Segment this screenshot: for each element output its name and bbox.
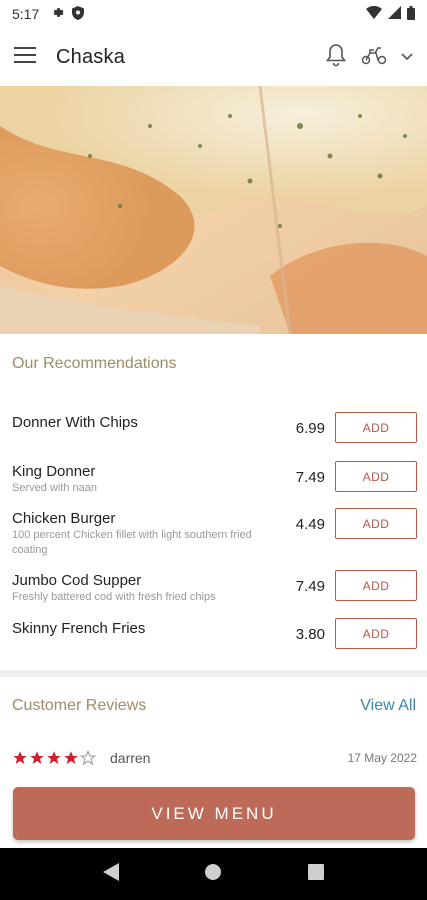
battery-icon (407, 5, 415, 23)
shield-icon (72, 5, 85, 23)
star-empty-icon (80, 750, 96, 766)
add-button[interactable]: ADD (335, 412, 417, 443)
status-bar: 5:17 (0, 0, 427, 28)
item-name: Skinny French Fries (12, 620, 146, 637)
recents-icon[interactable] (308, 863, 325, 885)
reviews-title: Customer Reviews (12, 697, 147, 714)
section-divider (0, 670, 427, 677)
signal-icon (388, 6, 401, 22)
review-item: darren 17 May 2022 (12, 746, 417, 770)
app-bar: Chaska (0, 28, 427, 86)
add-button[interactable]: ADD (335, 508, 417, 539)
star-filled-icon (13, 751, 27, 764)
view-menu-button[interactable]: VIEW MENU (13, 787, 415, 840)
add-button[interactable]: ADD (335, 618, 417, 649)
star-filled-icon (47, 751, 61, 764)
scooter-icon[interactable] (361, 45, 387, 70)
item-description: 100 percent Chicken fillet with light so… (12, 529, 252, 556)
add-button[interactable]: ADD (335, 461, 417, 492)
item-description: Freshly battered cod with fresh fried ch… (12, 591, 216, 603)
system-nav-bar (0, 848, 427, 900)
star-filled-icon (30, 751, 44, 764)
reviewer-name: darren (110, 750, 151, 766)
view-all-link[interactable]: View All (360, 697, 416, 715)
bell-icon[interactable] (325, 43, 347, 72)
menu-icon[interactable] (14, 46, 36, 69)
item-price: 4.49 (295, 516, 325, 533)
settings-icon (51, 6, 64, 22)
home-icon[interactable] (204, 863, 222, 886)
back-icon[interactable] (102, 862, 119, 886)
item-price: 6.99 (295, 420, 325, 437)
review-date: 17 May 2022 (347, 751, 417, 765)
hero-pizza-image (0, 86, 427, 334)
item-price: 7.49 (295, 469, 325, 486)
item-name: King Donner (12, 463, 96, 480)
add-button[interactable]: ADD (335, 570, 417, 601)
star-filled-icon (64, 751, 78, 764)
recommendations-title: Our Recommendations (12, 355, 177, 372)
item-description: Served with naan (12, 482, 97, 494)
status-time: 5:17 (12, 6, 40, 22)
item-price: 7.49 (295, 578, 325, 595)
app-title: Chaska (56, 45, 126, 68)
star-rating (12, 750, 96, 766)
item-price: 3.80 (295, 626, 325, 643)
wifi-icon (366, 5, 382, 22)
chevron-down-icon[interactable] (401, 48, 413, 66)
item-name: Chicken Burger (12, 510, 116, 527)
item-name: Jumbo Cod Supper (12, 572, 142, 589)
item-name: Donner With Chips (12, 414, 138, 431)
